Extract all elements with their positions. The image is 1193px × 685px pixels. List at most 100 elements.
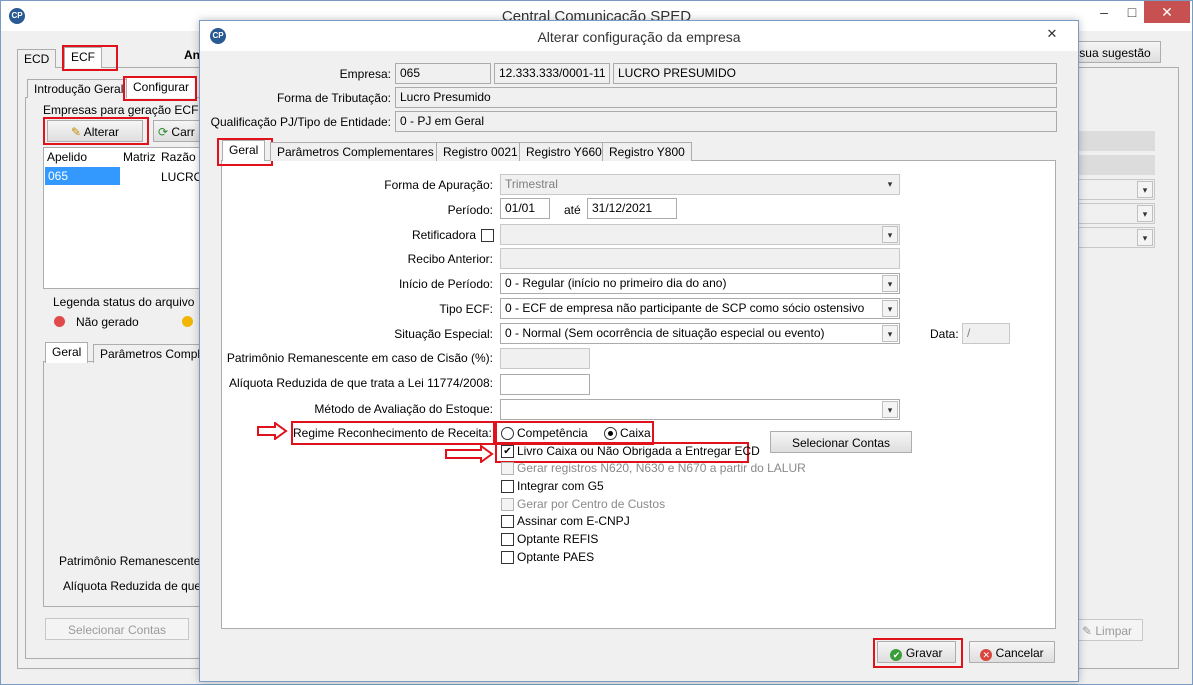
grid-header-razao: Razão (161, 150, 196, 164)
livro-caixa-checkbox[interactable]: ✔ (501, 445, 514, 458)
periodo-label: Período: (447, 203, 493, 217)
partial-header-label: An (184, 48, 200, 62)
lower-label-aliquota: Alíquota Reduzida de que (63, 579, 202, 593)
chevron-down-icon: ▾ (887, 179, 893, 189)
qualificacao-field: 0 - PJ em Geral (395, 111, 1057, 132)
table-row[interactable]: 065 (45, 167, 120, 185)
centro-custos-label: Gerar por Centro de Custos (517, 497, 666, 511)
tab-parametros-complementares[interactable]: Parâmetros Complementares (270, 142, 441, 161)
tab-lower-parametros[interactable]: Parâmetros Comple (93, 344, 214, 363)
chevron-down-icon: ▾ (882, 275, 898, 292)
apuracao-value: Trimestral (505, 177, 558, 191)
integrar-g5-label: Integrar com G5 (517, 479, 604, 493)
tipo-ecf-dropdown[interactable]: 0 - ECF de empresa não participante de S… (500, 298, 900, 319)
assinar-ecnpj-label: Assinar com E-CNPJ (517, 514, 630, 528)
tributacao-label: Forma de Tributação: (276, 91, 391, 105)
tab-introducao-geral[interactable]: Introdução Geral (27, 79, 131, 98)
periodo-end-input[interactable]: 31/12/2021 (587, 198, 677, 219)
right-field (1073, 131, 1155, 151)
periodo-start-input[interactable]: 01/01 (500, 198, 550, 219)
limpar-label: Limpar (1095, 624, 1133, 638)
grid-cell-razao: LUCRO (161, 170, 204, 184)
lower-label-patrimonio: Patrimônio Remanescente (59, 554, 201, 568)
tributacao-field: Lucro Presumido (395, 87, 1057, 108)
gravar-button[interactable]: ✔ Gravar (877, 641, 956, 663)
apuracao-label: Forma de Apuração: (384, 178, 493, 192)
right-dropdown[interactable]: ▾ (1073, 179, 1155, 200)
highlight-box (123, 76, 197, 101)
regime-competencia-radio[interactable] (501, 427, 514, 440)
retificadora-label: Retificadora (411, 228, 476, 242)
tab-ecd[interactable]: ECD (17, 49, 57, 68)
metodo-dropdown[interactable]: ▾ (500, 399, 900, 420)
chevron-down-icon: ▾ (882, 401, 898, 418)
centro-custos-checkbox[interactable] (501, 498, 514, 511)
tipo-ecf-label: Tipo ECF: (439, 302, 493, 316)
tab-registro-y800[interactable]: Registro Y800 (602, 142, 692, 161)
gravar-label: Gravar (905, 646, 943, 660)
cancelar-label: Cancelar (995, 646, 1044, 660)
chevron-down-icon: ▾ (1137, 229, 1153, 246)
selecionar-contas-button[interactable]: Selecionar Contas (770, 431, 912, 453)
patrimonio-label: Patrimônio Remanescente em caso de Cisão… (226, 351, 493, 365)
maximize-button[interactable]: □ (1118, 1, 1146, 23)
cancelar-button[interactable]: ✕ Cancelar (969, 641, 1055, 663)
grid-cell-apelido: 065 (48, 169, 69, 183)
refresh-icon: ⟳ (158, 125, 169, 139)
legend-title: Legenda status do arquivo (53, 295, 195, 309)
apuracao-dropdown[interactable]: Trimestral ▾ (500, 174, 900, 195)
chevron-down-icon: ▾ (882, 325, 898, 342)
situacao-value: 0 - Normal (Sem ocorrência de situação e… (505, 326, 825, 340)
data-input[interactable]: / (962, 323, 1010, 344)
recibo-input[interactable] (500, 248, 900, 269)
metodo-label: Método de Avaliação do Estoque: (314, 402, 493, 416)
gerar-registros-label: Gerar registros N620, N630 e N670 a part… (517, 461, 806, 475)
integrar-g5-checkbox[interactable] (501, 480, 514, 493)
situacao-dropdown[interactable]: 0 - Normal (Sem ocorrência de situação e… (500, 323, 900, 344)
regime-caixa-radio[interactable] (604, 427, 617, 440)
status-yellow-icon (182, 316, 193, 327)
tab-registro-y660[interactable]: Registro Y660 (519, 142, 609, 161)
cancel-icon: ✕ (980, 649, 993, 661)
right-dropdown[interactable]: ▾ (1073, 203, 1155, 224)
assinar-ecnpj-checkbox[interactable] (501, 515, 514, 528)
close-button[interactable]: ✕ (1144, 1, 1190, 23)
status-red-icon (54, 316, 65, 327)
patrimonio-input[interactable] (500, 348, 590, 369)
aliquota-label: Alíquota Reduzida de que trata a Lei 117… (229, 376, 493, 390)
highlight-box (43, 117, 149, 145)
aliquota-input[interactable] (500, 374, 590, 395)
gerar-registros-checkbox[interactable] (501, 462, 514, 475)
limpar-button[interactable]: ✎ Limpar (1071, 619, 1143, 641)
dialog-titlebar: CP Alterar configuração da empresa ✕ (200, 21, 1078, 51)
tab-lower-geral[interactable]: Geral (45, 342, 89, 363)
empresa-code-field: 065 (395, 63, 491, 84)
chevron-down-icon: ▾ (882, 226, 898, 243)
optante-paes-label: Optante PAES (517, 550, 595, 564)
minimize-button[interactable]: – (1090, 1, 1118, 23)
livro-caixa-label: Livro Caixa ou Não Obrigada a Entregar E… (517, 444, 760, 458)
inicio-dropdown[interactable]: 0 - Regular (início no primeiro dia do a… (500, 273, 900, 294)
selecionar-contas-disabled-button[interactable]: Selecionar Contas (45, 618, 189, 640)
config-dialog: CP Alterar configuração da empresa ✕ Emp… (199, 20, 1079, 682)
retificadora-dropdown[interactable]: ▾ (500, 224, 900, 245)
qualificacao-label: Qualificação PJ/Tipo de Entidade: (210, 115, 391, 129)
carregar-button[interactable]: ⟳ Carr (153, 120, 205, 142)
empresa-name-field: LUCRO PRESUMIDO (613, 63, 1057, 84)
regime-label: Regime Reconhecimento de Receita: (293, 426, 492, 440)
empresa-label: Empresa: (339, 67, 391, 81)
group-title: Empresas para geração ECF (1 (43, 103, 213, 117)
recibo-label: Recibo Anterior: (407, 252, 493, 266)
optante-paes-checkbox[interactable] (501, 551, 514, 564)
chevron-down-icon: ▾ (882, 300, 898, 317)
retificadora-checkbox[interactable] (481, 229, 494, 242)
lower-tab-panel (43, 361, 207, 607)
optante-refis-checkbox[interactable] (501, 533, 514, 546)
regime-competencia-label: Competência (517, 426, 588, 440)
tab-registro-0021[interactable]: Registro 0021 (436, 142, 525, 161)
dialog-close-button[interactable]: ✕ (1038, 23, 1066, 45)
right-dropdown[interactable]: ▾ (1073, 227, 1155, 248)
suggestion-button[interactable]: sua sugestão (1069, 41, 1161, 63)
periodo-ate-label: até (564, 203, 581, 217)
carregar-label: Carr (171, 125, 195, 139)
